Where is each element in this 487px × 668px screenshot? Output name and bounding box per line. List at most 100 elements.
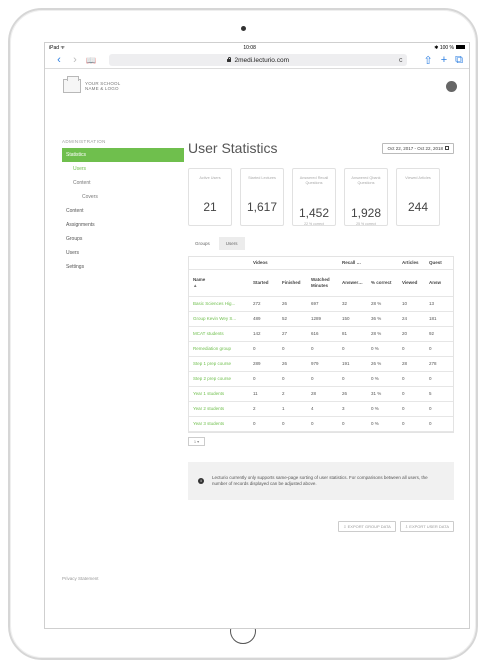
column-header-watched-minutes[interactable]: Watched Minutes xyxy=(307,269,338,297)
table-cell: 26 % xyxy=(367,356,398,372)
table-row[interactable]: Year 2 students 2 1 4 3 0 % 0 0 xyxy=(189,401,453,417)
table-cell: 2 xyxy=(249,401,278,417)
table-cell: 697 xyxy=(307,296,338,312)
column-header-started[interactable]: Started xyxy=(249,269,278,297)
table-cell: 5 xyxy=(425,386,453,402)
sidebar-item-assignments[interactable]: Assignments xyxy=(62,218,184,232)
table-row[interactable]: Year 3 students 0 0 0 0 0 % 0 0 xyxy=(189,416,453,432)
recall-group-header: Recall Questions xyxy=(338,257,367,270)
address-bar[interactable]: 2medi.lecturio.com c xyxy=(109,54,408,66)
table-cell: 0 xyxy=(398,386,425,402)
table-cell: 31 % xyxy=(367,386,398,402)
table-cell: 24 xyxy=(398,311,425,327)
column-header-row: Name ▲ Started Finished Watched Minutes A… xyxy=(189,269,453,297)
table-row[interactable]: MCAT students 142 27 616 81 28 % 20 92 xyxy=(189,326,453,342)
school-building-icon xyxy=(63,76,81,93)
sidebar-item-groups[interactable]: Groups xyxy=(62,232,184,246)
back-icon[interactable]: ‹ xyxy=(51,54,67,66)
lock-icon xyxy=(227,56,232,62)
table-cell: 26 xyxy=(278,356,307,372)
column-header-name[interactable]: Name ▲ xyxy=(189,269,249,297)
group-name-link[interactable]: Year 2 students xyxy=(189,401,249,417)
school-logo[interactable]: YOUR SCHOOL NAME & LOGO xyxy=(63,76,120,93)
group-name-link[interactable]: Year 1 students xyxy=(189,386,249,402)
sidebar-item-content[interactable]: Content xyxy=(62,204,184,218)
column-header-finished[interactable]: Finished xyxy=(278,269,307,297)
column-header-answered-questions[interactable]: Answ xyxy=(425,269,453,297)
table-cell: 0 xyxy=(425,371,453,387)
new-tab-icon[interactable]: + xyxy=(441,54,447,66)
table-cell: 20 xyxy=(398,326,425,342)
group-name-link[interactable]: Remediation group xyxy=(189,341,249,357)
tab-users[interactable]: Users xyxy=(218,237,245,250)
table-cell: 28 xyxy=(398,356,425,372)
table-cell: 0 xyxy=(425,401,453,417)
group-header-row: Videos Recall Questions Articles Quest xyxy=(189,257,453,270)
table-cell: 0 xyxy=(307,371,338,387)
group-name-link[interactable]: Step 2 prep course xyxy=(189,371,249,387)
column-header-answered[interactable]: Answered xyxy=(338,269,367,297)
table-cell: 0 xyxy=(398,401,425,417)
group-name-link[interactable]: Step 1 prep course xyxy=(189,356,249,372)
page-title: User Statistics xyxy=(188,140,278,156)
table-row[interactable]: Group Kevin Wey S... 489 52 1289 150 36 % 24 18… xyxy=(189,311,453,327)
reload-icon[interactable]: c xyxy=(399,57,403,64)
share-icon[interactable]: ⇧ xyxy=(423,54,432,67)
table-cell: 616 xyxy=(307,326,338,342)
sidebar-item-users-stats[interactable]: Users xyxy=(62,162,184,176)
table-cell: 0 xyxy=(338,371,367,387)
tabs-icon[interactable]: ⧉ xyxy=(455,54,463,67)
sidebar-item-covers[interactable]: Covers xyxy=(62,190,184,204)
table-body: Basic Sciences Hig... 272 26 697 32 28 % 10 13 G… xyxy=(189,296,453,432)
privacy-link[interactable]: Privacy Statement xyxy=(62,576,99,581)
table-cell: 27 xyxy=(278,326,307,342)
sidebar-item-settings[interactable]: Settings xyxy=(62,260,184,274)
sidebar-item-statistics[interactable]: Statistics xyxy=(62,148,184,162)
table-row[interactable]: Step 1 prep course 289 26 979 191 26 % 28 278 xyxy=(189,356,453,372)
avatar[interactable] xyxy=(446,80,457,92)
column-header-percent-correct[interactable]: % correct xyxy=(367,269,398,297)
videos-group-header: Videos xyxy=(249,257,278,270)
table-cell: 0 xyxy=(425,416,453,432)
page-size-select[interactable]: 1 ▾ xyxy=(188,436,205,446)
forward-icon[interactable]: › xyxy=(67,54,83,66)
group-name-link[interactable]: Group Kevin Wey S... xyxy=(189,311,249,327)
table-cell: 289 xyxy=(249,356,278,372)
tab-groups[interactable]: Groups xyxy=(188,237,217,250)
table-row[interactable]: Year 1 students 11 2 28 26 31 % 0 5 xyxy=(189,386,453,402)
date-range-picker[interactable]: Oct 22, 2017 - Oct 22, 2018 xyxy=(382,142,454,154)
column-header-viewed[interactable]: Viewed xyxy=(398,269,425,297)
table-cell: 2 xyxy=(278,386,307,402)
group-name-link[interactable]: Year 3 students xyxy=(189,416,249,432)
table-cell: 28 % xyxy=(367,296,398,312)
table-cell: 0 xyxy=(249,416,278,432)
status-time: 10:08 xyxy=(243,44,256,51)
table-cell: 0 xyxy=(307,341,338,357)
sidebar-item-users[interactable]: Users xyxy=(62,246,184,260)
bookmarks-icon[interactable]: 📖 xyxy=(83,56,99,65)
group-name-link[interactable]: Basic Sciences Hig... xyxy=(189,296,249,312)
status-bar: iPad ᯤ 10:08 ✱ 100 % xyxy=(45,43,469,52)
table-cell: 142 xyxy=(249,326,278,342)
group-name-link[interactable]: MCAT students xyxy=(189,326,249,342)
table-cell: 0 xyxy=(278,416,307,432)
table-cell: 0 % xyxy=(367,416,398,432)
url-text: 2medi.lecturio.com xyxy=(234,56,290,64)
stat-card-active-users: Active Users 21 xyxy=(188,168,232,226)
table-cell: 28 % xyxy=(367,326,398,342)
table-row[interactable]: Remediation group 0 0 0 0 0 % 0 0 xyxy=(189,341,453,357)
export-user-data-button[interactable]: ⇩ EXPORT USER DATA xyxy=(399,520,454,532)
table-cell: 489 xyxy=(249,311,278,327)
sidebar-item-content-stats[interactable]: Content xyxy=(62,176,184,190)
table-cell: 0 xyxy=(307,416,338,432)
export-group-data-button[interactable]: ⇩ EXPORT GROUP DATA xyxy=(338,520,396,532)
stat-card-viewed-articles: Viewed Articles 244 xyxy=(396,168,440,226)
table-row[interactable]: Step 2 prep course 0 0 0 0 0 % 0 0 xyxy=(189,371,453,387)
statistics-table: Videos Recall Questions Articles Quest N… xyxy=(188,256,454,433)
table-cell: 1289 xyxy=(307,311,338,327)
table-cell: 0 xyxy=(338,416,367,432)
table-cell: 11 xyxy=(249,386,278,402)
table-cell: 0 xyxy=(398,416,425,432)
table-cell: 92 xyxy=(425,326,453,342)
table-row[interactable]: Basic Sciences Hig... 272 26 697 32 28 % 10 13 xyxy=(189,296,453,312)
